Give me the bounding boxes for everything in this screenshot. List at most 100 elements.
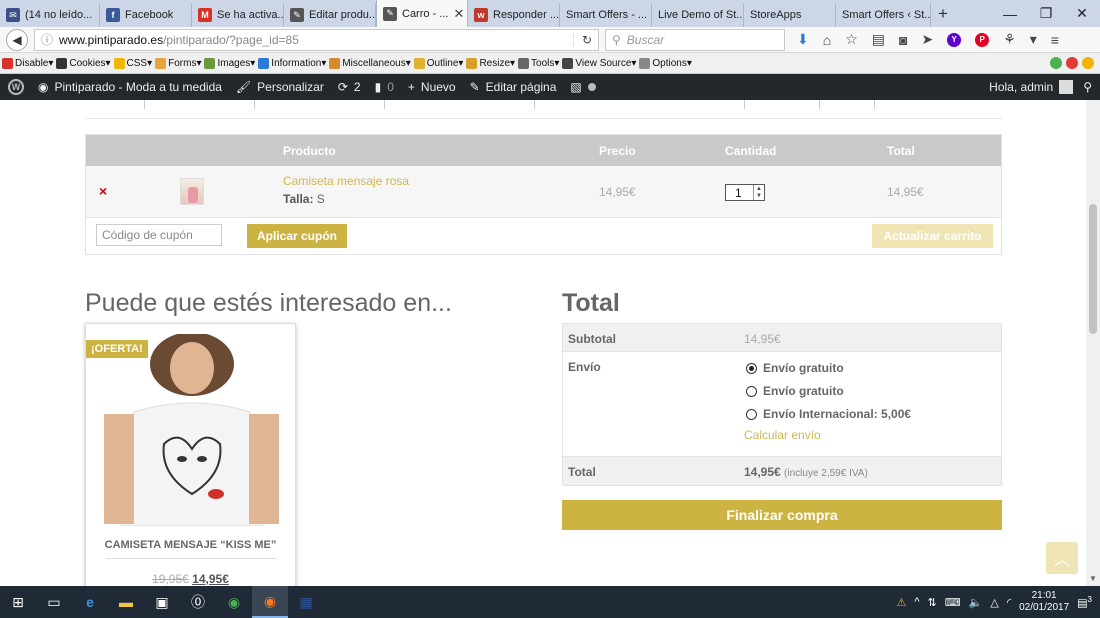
url-bar[interactable]: ⓘ www.pintiparado.es/pintiparado/?page_i… <box>34 28 599 51</box>
reading-list-icon[interactable]: ▤ <box>872 31 885 48</box>
admin-account-menu[interactable]: Hola, admin <box>989 80 1074 94</box>
related-product-name[interactable]: CAMISETA MENSAJE “KISS ME” <box>86 539 295 551</box>
browser-tab[interactable]: M Se ha activa... <box>192 3 284 27</box>
devtoolbar-menu[interactable]: Miscellaneous▾ <box>329 57 411 69</box>
menu-item[interactable] <box>385 100 535 109</box>
send-icon[interactable]: ➤ <box>921 31 933 48</box>
close-tab-icon[interactable]: ✕ <box>453 6 464 22</box>
browser-tab[interactable]: ✎ Carro - ... ✕ <box>376 0 468 27</box>
devtoolbar-menu[interactable]: Images▾ <box>204 57 255 69</box>
devtoolbar-menu[interactable]: Outline▾ <box>413 57 463 69</box>
browser-tab[interactable]: StoreApps <box>744 3 836 27</box>
clock[interactable]: 21:01 02/01/2017 <box>1019 590 1069 614</box>
admin-search-icon[interactable]: ⚲ <box>1083 80 1092 94</box>
shipping-radio[interactable] <box>746 362 757 374</box>
tray-chevron-up-icon[interactable]: ^ <box>914 596 919 608</box>
devtoolbar-menu[interactable]: Resize▾ <box>466 57 515 69</box>
remove-item-icon[interactable]: × <box>99 183 107 199</box>
shipping-radio[interactable] <box>746 408 757 420</box>
restore-icon[interactable]: ❐ <box>1028 0 1064 27</box>
keyboard-icon[interactable]: ⌨ <box>945 596 961 609</box>
browser-tab[interactable]: f Facebook <box>100 3 192 27</box>
admin-site-link[interactable]: ◉ Pintiparado - Moda a tu medida <box>38 80 222 94</box>
scroll-down-icon[interactable]: ▼ <box>1089 574 1097 583</box>
page-scrollbar[interactable]: ▲ ▼ <box>1086 74 1100 586</box>
admin-new-link[interactable]: + Nuevo <box>408 80 456 94</box>
overflow-chevron-icon[interactable]: ▾ <box>1030 31 1037 48</box>
download-icon[interactable]: ⬇ <box>797 31 809 48</box>
update-cart-button[interactable]: Actualizar carrito <box>872 224 993 248</box>
tray-app-icon[interactable]: ⚠ <box>896 596 906 609</box>
close-window-icon[interactable]: ✕ <box>1064 0 1100 27</box>
store-icon[interactable]: ▣ <box>144 586 180 618</box>
product-thumbnail[interactable] <box>180 178 204 205</box>
browser-tab[interactable]: ✉ (14 no leído... <box>0 3 100 27</box>
devtoolbar-menu[interactable]: Cookies▾ <box>56 57 111 69</box>
chrome-icon[interactable]: ◉ <box>216 586 252 618</box>
browser-tab[interactable]: Smart Offers ‹ St... <box>836 3 931 27</box>
menu-item[interactable] <box>820 100 875 109</box>
menu-item[interactable] <box>85 100 145 109</box>
scrollbar-thumb[interactable] <box>1089 204 1097 334</box>
shipping-option[interactable]: Envío gratuito <box>746 384 844 398</box>
menu-item[interactable] <box>145 100 255 109</box>
bookmark-star-icon[interactable]: ☆ <box>845 31 858 48</box>
edge-icon[interactable]: e <box>72 586 108 618</box>
task-view-icon[interactable]: ▭ <box>36 586 72 618</box>
wp-logo-menu[interactable]: W <box>8 79 24 95</box>
calculate-shipping-link[interactable]: Calcular envío <box>744 428 821 442</box>
admin-updates-link[interactable]: ⟳ 2 <box>338 80 361 94</box>
scroll-to-top-button[interactable]: ︿ <box>1046 542 1078 574</box>
related-product-card[interactable]: ¡OFERTA! CAMISETA MENSAJE “KISS ME” 19,9… <box>85 323 296 586</box>
drive-icon[interactable]: △ <box>990 596 998 609</box>
pinterest-extension-icon[interactable]: P <box>975 32 990 47</box>
volume-icon[interactable]: 🔈 <box>969 596 983 609</box>
admin-comments-link[interactable]: ▮ 0 <box>375 80 394 94</box>
browser-tab[interactable]: w Responder ... <box>468 3 560 27</box>
product-name-link[interactable]: Camiseta mensaje rosa <box>283 174 409 188</box>
menu-item[interactable] <box>255 100 385 109</box>
shipping-option[interactable]: Envío Internacional: 5,00€ <box>746 407 911 421</box>
hp-icon[interactable]: ⓪ <box>180 586 216 618</box>
reload-icon[interactable]: ↻ <box>572 32 592 47</box>
devtoolbar-menu[interactable]: Tools▾ <box>518 57 559 69</box>
coupon-input[interactable]: Código de cupón <box>96 224 222 246</box>
home-icon[interactable]: ⌂ <box>823 32 831 48</box>
wifi-icon[interactable]: ◜ <box>1007 596 1011 609</box>
menu-icon[interactable]: ≡ <box>1051 32 1059 48</box>
start-windows-icon[interactable]: ⊞ <box>0 586 36 618</box>
devtoolbar-menu[interactable]: Disable▾ <box>2 57 53 69</box>
back-button[interactable]: ◀ <box>6 28 28 51</box>
file-explorer-icon[interactable]: ▬ <box>108 586 144 618</box>
extension-icon[interactable]: ⚘ <box>1003 31 1016 48</box>
firefox-icon[interactable]: ◉ <box>252 586 288 618</box>
devtoolbar-menu[interactable]: Options▾ <box>639 57 692 69</box>
admin-seo-menu[interactable]: ▧ <box>570 80 596 94</box>
checkout-button[interactable]: Finalizar compra <box>562 500 1002 530</box>
browser-tab[interactable]: Live Demo of St... <box>652 3 744 27</box>
devtoolbar-menu[interactable]: CSS▾ <box>113 57 152 69</box>
admin-customize-link[interactable]: 🖌 Personalizar <box>236 80 324 94</box>
yahoo-extension-icon[interactable]: Y <box>947 32 962 47</box>
search-input[interactable]: ⚲ Buscar <box>605 28 785 51</box>
apply-coupon-button[interactable]: Aplicar cupón <box>247 224 347 248</box>
notifications-icon[interactable]: ▤3 <box>1077 595 1092 610</box>
quantity-stepper[interactable]: 1 ▲ ▼ <box>725 184 765 201</box>
shipping-option[interactable]: Envío gratuito <box>746 361 844 375</box>
product-image[interactable] <box>104 334 279 526</box>
devtoolbar-menu[interactable]: Forms▾ <box>155 57 201 69</box>
menu-item[interactable] <box>875 100 965 109</box>
minimize-icon[interactable]: — <box>992 0 1028 27</box>
stepper-arrows-icon[interactable]: ▲ ▼ <box>753 185 764 200</box>
menu-item[interactable] <box>535 100 745 109</box>
word-icon[interactable]: ▦ <box>288 586 324 618</box>
new-tab-button[interactable]: + <box>931 4 955 24</box>
menu-item[interactable] <box>745 100 820 109</box>
browser-tab[interactable]: ✎ Editar produ... <box>284 3 376 27</box>
devtoolbar-menu[interactable]: View Source▾ <box>562 57 636 69</box>
devtoolbar-menu[interactable]: Information▾ <box>258 57 326 69</box>
pocket-icon[interactable]: ◙ <box>899 32 907 48</box>
shipping-radio[interactable] <box>746 385 757 397</box>
network-icon[interactable]: ⇅ <box>928 596 937 609</box>
admin-edit-page-link[interactable]: ✎ Editar página <box>470 80 557 94</box>
